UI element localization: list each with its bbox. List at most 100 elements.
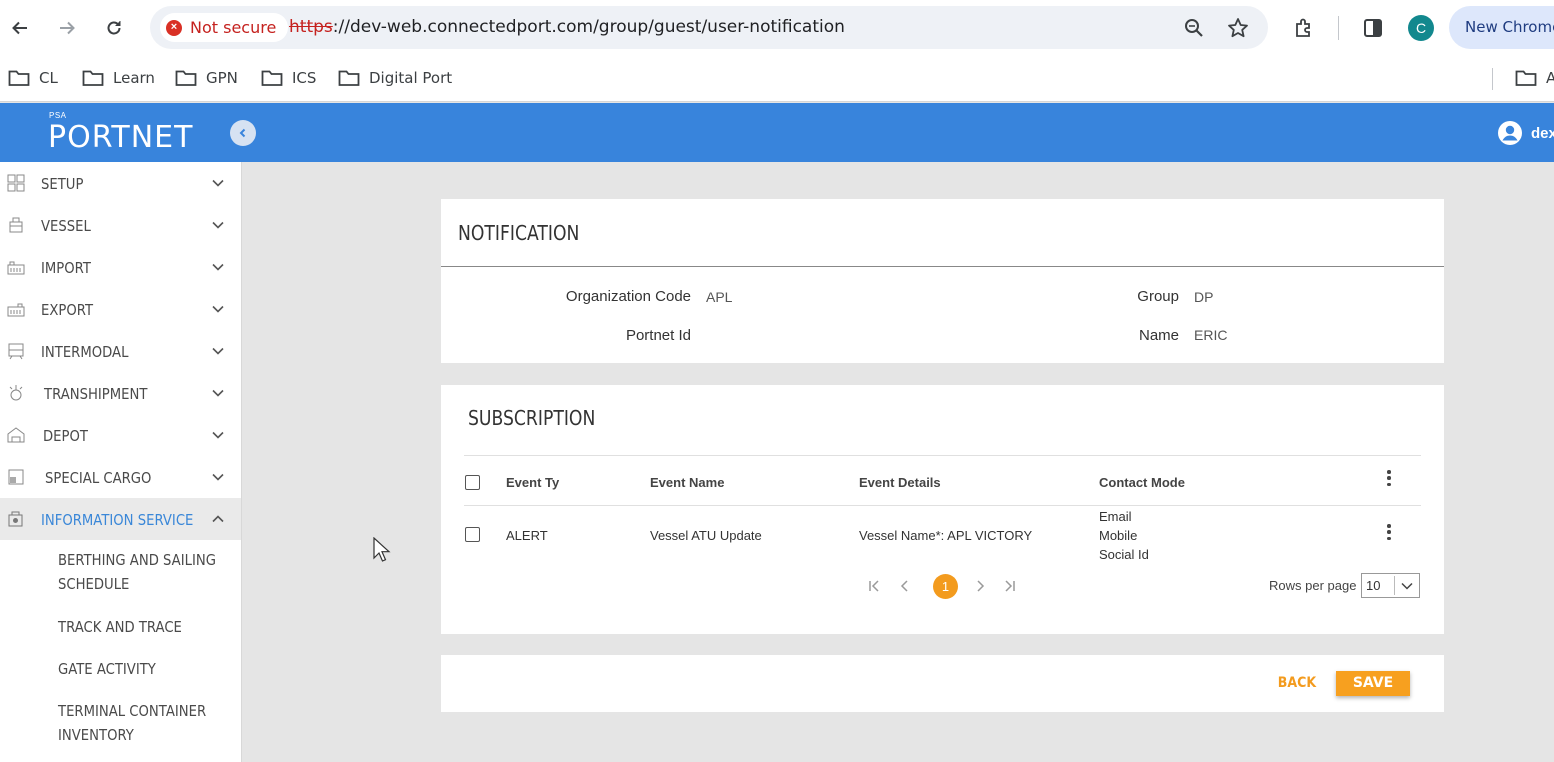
column-header-event-details[interactable]: Event Details — [859, 475, 941, 490]
train-icon — [8, 343, 24, 360]
sidebar-item-label: IMPORT — [41, 259, 91, 277]
sidebar-subitem-berthing-schedule[interactable]: BERTHING AND SAILING SCHEDULE — [58, 548, 234, 596]
star-icon[interactable] — [1226, 16, 1250, 40]
name-value: ERIC — [1194, 327, 1228, 343]
name-label: Name — [1138, 327, 1179, 344]
bookmark-gpn[interactable]: GPN — [175, 66, 238, 90]
sidebar-item-export[interactable]: EXPORT — [0, 288, 241, 330]
warehouse-icon — [7, 427, 25, 443]
mouse-cursor-icon — [373, 537, 391, 562]
current-page-button[interactable]: 1 — [933, 574, 958, 599]
export-icon — [7, 303, 25, 317]
chevron-down-icon — [212, 305, 224, 313]
browser-toolbar: × Not secure https://dev-web.connectedpo… — [0, 0, 1554, 56]
subscription-grid-header: Event Ty Event Name Event Details Contac… — [464, 456, 1421, 506]
chevron-down-icon — [212, 389, 224, 397]
forward-arrow-icon[interactable] — [53, 14, 81, 42]
back-button[interactable]: BACK — [1273, 672, 1322, 694]
previous-page-icon[interactable] — [897, 578, 913, 594]
sidebar-item-label: INFORMATION SERVICE — [41, 511, 194, 529]
cell-event-type: ALERT — [506, 528, 548, 543]
column-header-event-name[interactable]: Event Name — [650, 475, 724, 490]
folder-icon — [338, 70, 360, 86]
chevron-down-icon — [212, 473, 224, 481]
bookmarks-bar: CL Learn GPN ICS Digital Port A — [0, 56, 1554, 102]
user-menu[interactable]: dex — [1497, 120, 1554, 146]
bookmark-cl[interactable]: CL — [8, 66, 58, 90]
group-value: DP — [1194, 289, 1214, 305]
sidebar: SETUP VESSEL IMPORT EXPORT INTERMODAL TR… — [0, 162, 242, 762]
folder-icon — [261, 70, 283, 86]
bookmark-label: GPN — [206, 69, 238, 87]
sidebar-item-import[interactable]: IMPORT — [0, 246, 241, 288]
column-header-event-type[interactable]: Event Ty — [506, 475, 559, 490]
sidebar-item-information-service[interactable]: INFORMATION SERVICE — [0, 498, 241, 540]
url-text[interactable]: https://dev-web.connectedport.com/group/… — [289, 17, 845, 37]
sidebar-item-depot[interactable]: DEPOT — [0, 414, 241, 456]
chevron-down-icon — [212, 221, 224, 229]
select-all-checkbox[interactable] — [465, 475, 480, 490]
back-arrow-icon[interactable] — [6, 14, 34, 42]
info-service-icon — [8, 511, 23, 527]
sidebar-subitem-track-and-trace[interactable]: TRACK AND TRACE — [58, 615, 234, 639]
sidebar-item-special-cargo[interactable]: SPECIAL CARGO — [0, 456, 241, 498]
security-chip[interactable]: × Not secure — [160, 13, 289, 42]
save-button[interactable]: SAVE — [1336, 671, 1410, 696]
sidebar-item-label: TRANSHIPMENT — [44, 385, 148, 403]
sidebar-item-transhipment[interactable]: TRANSHIPMENT — [0, 372, 241, 414]
chevron-down-icon — [212, 263, 224, 271]
user-icon — [1498, 121, 1522, 145]
bookmark-label: A — [1546, 69, 1554, 87]
cell-contact-mode-mobile: Mobile — [1099, 528, 1138, 543]
column-menu-icon[interactable] — [1387, 470, 1391, 486]
address-bar[interactable]: × Not secure https://dev-web.connectedpo… — [150, 6, 1268, 49]
sidebar-item-label: SPECIAL CARGO — [45, 469, 152, 487]
select-divider — [1394, 576, 1395, 595]
bookmark-ics[interactable]: ICS — [261, 66, 316, 90]
sidebar-item-setup[interactable]: SETUP — [0, 162, 241, 204]
bookmark-label: CL — [39, 69, 58, 87]
bookmark-digital-port[interactable]: Digital Port — [338, 66, 452, 90]
bookmark-label: ICS — [292, 69, 317, 87]
url-scheme: https — [289, 17, 333, 37]
row-menu-icon[interactable] — [1387, 524, 1391, 540]
chevron-down-icon — [212, 431, 224, 439]
ship-icon — [9, 217, 23, 233]
column-header-contact-mode[interactable]: Contact Mode — [1099, 475, 1185, 490]
bookmark-other[interactable]: A — [1515, 66, 1554, 90]
crane-icon — [9, 385, 23, 401]
first-page-icon[interactable] — [867, 578, 883, 594]
bookmark-label: Digital Port — [369, 69, 453, 87]
chevron-down-icon — [212, 347, 224, 355]
rows-per-page-value: 10 — [1366, 578, 1381, 593]
chevron-left-icon — [239, 128, 246, 138]
profile-avatar[interactable]: C — [1408, 15, 1434, 41]
user-name: dex — [1531, 124, 1554, 142]
sidebar-item-intermodal[interactable]: INTERMODAL — [0, 330, 241, 372]
next-page-icon[interactable] — [972, 578, 988, 594]
cargo-icon — [8, 469, 24, 485]
row-checkbox[interactable] — [465, 527, 480, 542]
zoom-icon[interactable] — [1182, 16, 1206, 40]
chevron-up-icon — [212, 515, 224, 523]
sidebar-subitem-gate-activity[interactable]: GATE ACTIVITY — [58, 657, 234, 681]
last-page-icon[interactable] — [1001, 578, 1017, 594]
subscription-title: SUBSCRIPTION — [468, 406, 596, 430]
sidebar-item-label: EXPORT — [41, 301, 94, 319]
logo-psa-text: PSA — [49, 111, 67, 120]
bookmark-label: Learn — [113, 69, 155, 87]
sidebar-subitem-terminal-container-inventory[interactable]: TERMINAL CONTAINER INVENTORY — [58, 699, 234, 747]
extensions-icon[interactable] — [1290, 14, 1318, 42]
cell-contact-mode-email: Email — [1099, 509, 1132, 524]
side-panel-icon[interactable] — [1359, 14, 1387, 42]
folder-icon — [8, 70, 30, 86]
bookmark-learn[interactable]: Learn — [82, 66, 155, 90]
reload-icon[interactable] — [100, 14, 128, 42]
table-row[interactable]: ALERT Vessel ATU Update Vessel Name*: AP… — [464, 506, 1421, 562]
rows-per-page-select[interactable]: 10 — [1361, 573, 1420, 598]
collapse-sidebar-button[interactable] — [230, 120, 256, 146]
sidebar-item-label: SETUP — [41, 175, 84, 193]
security-label: Not secure — [190, 18, 277, 37]
new-chrome-button[interactable]: New Chrome — [1449, 6, 1554, 49]
sidebar-item-vessel[interactable]: VESSEL — [0, 204, 241, 246]
